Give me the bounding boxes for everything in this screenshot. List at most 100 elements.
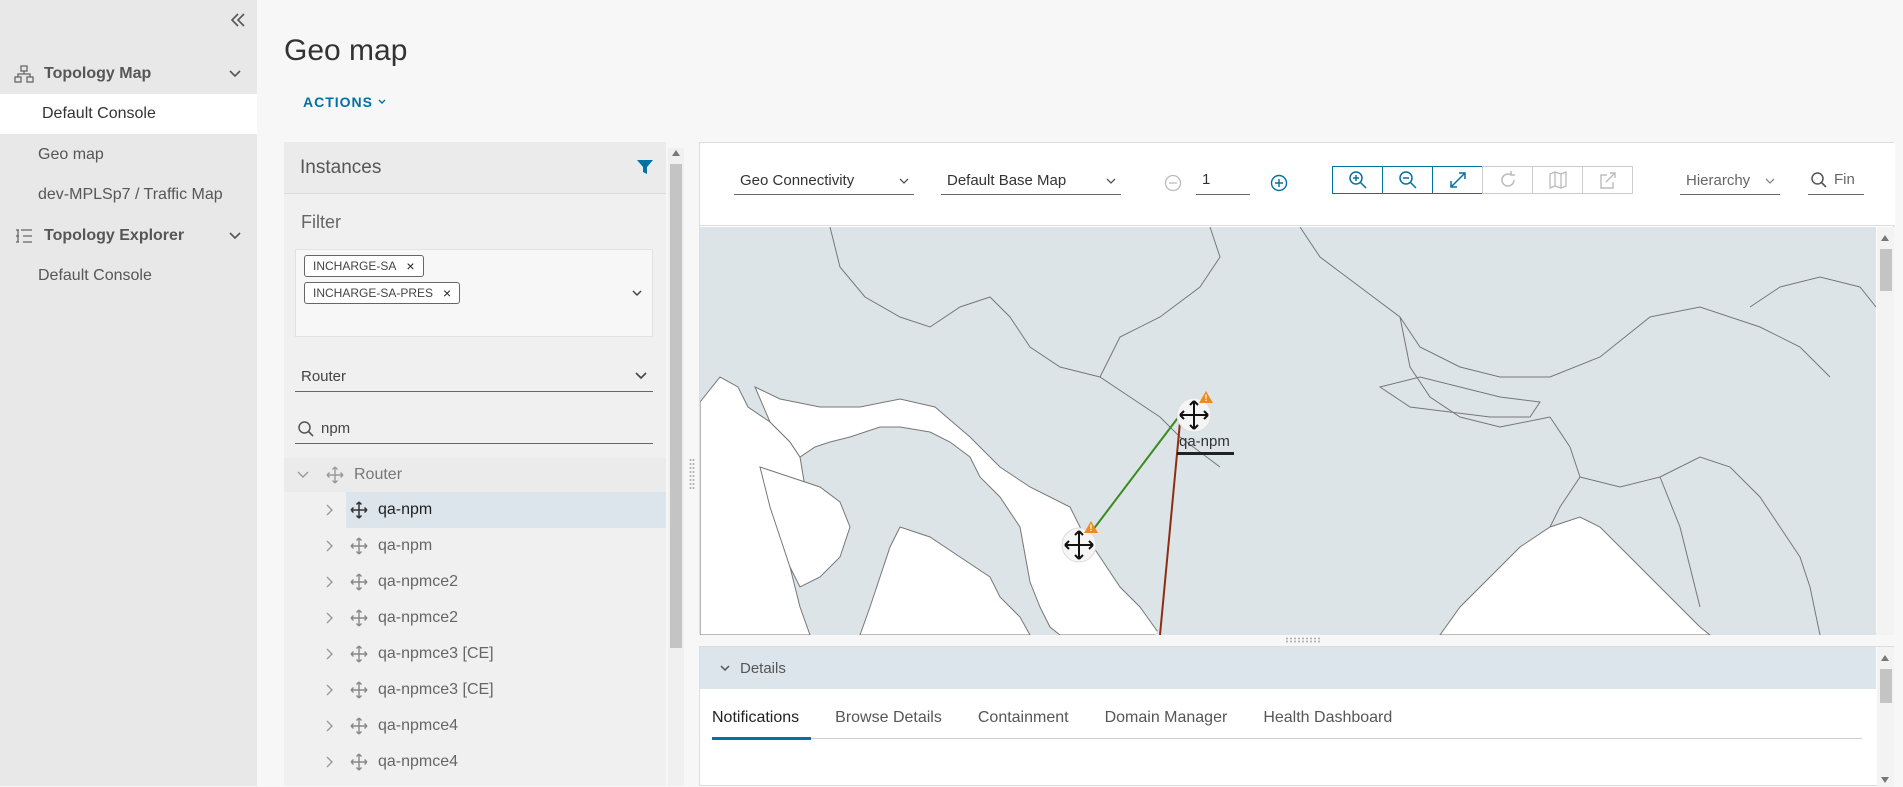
actions-menu-button[interactable]: ACTIONS: [303, 94, 387, 110]
layout-select[interactable]: Hierarchy: [1680, 167, 1780, 195]
domain-tag-multiselect[interactable]: INCHARGE-SA × INCHARGE-SA-PRES ×: [295, 249, 653, 337]
zoom-in-icon: [1348, 171, 1367, 189]
nav-group-topology-explorer[interactable]: Topology Explorer: [0, 216, 257, 256]
vertical-resize-handle[interactable]: [689, 458, 695, 494]
instance-search-input[interactable]: npm: [295, 414, 653, 444]
chevron-down-icon: [899, 178, 909, 184]
chevron-right-icon[interactable]: [322, 539, 336, 553]
details-tabs: Notifications Browse Details Containment…: [712, 707, 1862, 740]
tree-item[interactable]: qa-npmce3 [CE]: [284, 636, 666, 672]
zoom-in-button[interactable]: [1332, 166, 1383, 194]
chevron-right-icon[interactable]: [322, 719, 336, 733]
tree-item-label: qa-npmce2: [378, 609, 459, 626]
chevron-right-icon[interactable]: [322, 647, 336, 661]
tree-item[interactable]: qa-npmce3 [CE]: [284, 672, 666, 708]
tree-item[interactable]: qa-npm: [284, 528, 666, 564]
instances-title: Instances: [300, 156, 382, 178]
land-bay-bengal: [1439, 516, 1711, 635]
sidebar-item-label: Default Console: [42, 105, 156, 122]
scrollbar-thumb[interactable]: [1880, 249, 1892, 291]
map-view-button-group: [1332, 166, 1633, 194]
scroll-up-icon[interactable]: [1881, 655, 1889, 661]
chevron-right-icon[interactable]: [322, 575, 336, 589]
page-title: Geo map: [284, 34, 408, 67]
zoom-level-input[interactable]: 1: [1196, 165, 1250, 195]
layout-value: Hierarchy: [1686, 172, 1751, 189]
tree-root-label: Router: [354, 466, 403, 483]
tree-root-router[interactable]: Router: [284, 458, 666, 492]
geo-map-canvas[interactable]: ! ! qa-npm: [700, 227, 1876, 635]
scroll-down-icon[interactable]: [1881, 777, 1889, 783]
collapse-sidebar-button[interactable]: [224, 8, 250, 32]
scroll-up-icon[interactable]: [1881, 235, 1889, 241]
map-type-select[interactable]: Geo Connectivity: [734, 167, 914, 195]
tree-item-label: qa-npmce3 [CE]: [378, 681, 494, 698]
tree-item-label: qa-npm: [378, 501, 433, 518]
horizontal-resize-handle[interactable]: [1285, 637, 1321, 643]
svg-text:!: !: [1090, 523, 1093, 533]
filter-funnel-icon[interactable]: [636, 158, 654, 176]
sidebar-item-label: Default Console: [38, 267, 152, 284]
find-input[interactable]: Fin: [1808, 165, 1864, 195]
map-toolbar: Geo Connectivity Default Base Map 1 Hier…: [700, 143, 1895, 226]
export-icon: [1599, 172, 1616, 189]
sidebar-item-geo-map[interactable]: Geo map: [0, 135, 257, 175]
fit-to-screen-button[interactable]: [1432, 166, 1483, 194]
scrollbar-thumb[interactable]: [670, 164, 682, 648]
class-select-value: Router: [301, 368, 347, 385]
chevron-right-icon[interactable]: [322, 611, 336, 625]
refresh-button[interactable]: [1482, 166, 1533, 194]
remove-tag-icon[interactable]: ×: [443, 285, 451, 301]
chevron-down-icon[interactable]: [296, 468, 310, 482]
base-map-button[interactable]: [1532, 166, 1583, 194]
remove-tag-icon[interactable]: ×: [406, 258, 414, 274]
tree-item[interactable]: qa-npmce4: [284, 708, 666, 744]
nav-group-topology-map[interactable]: Topology Map: [0, 54, 257, 94]
chevron-right-icon[interactable]: [322, 755, 336, 769]
tree-item[interactable]: qa-npmce4: [284, 744, 666, 780]
tree-item-label: qa-npmce4: [378, 717, 459, 734]
export-button[interactable]: [1582, 166, 1633, 194]
topology-explorer-icon: [16, 229, 32, 243]
sidebar-item-default-console[interactable]: Default Console: [0, 94, 257, 134]
chevron-right-icon[interactable]: [322, 503, 336, 517]
tree-item[interactable]: qa-npm: [284, 492, 666, 528]
router-icon: [350, 537, 368, 555]
details-title: Details: [740, 659, 786, 677]
details-scrollbar[interactable]: [1877, 647, 1894, 787]
nav-group-label: Topology Map: [44, 65, 152, 82]
instances-scrollbar[interactable]: [668, 148, 684, 786]
scrollbar-thumb[interactable]: [1880, 669, 1892, 703]
tab-notifications[interactable]: Notifications: [712, 707, 812, 740]
router-icon: [350, 681, 368, 699]
class-select[interactable]: Router: [295, 362, 653, 392]
instances-panel: Instances Filter INCHARGE-SA × INCHARGE-…: [284, 142, 666, 786]
tab-health-dashboard[interactable]: Health Dashboard: [1263, 707, 1404, 739]
scroll-up-icon[interactable]: [672, 150, 680, 156]
router-icon: [350, 573, 368, 591]
chevron-right-icon[interactable]: [322, 683, 336, 697]
chevron-down-icon[interactable]: [630, 286, 644, 300]
tab-browse-details[interactable]: Browse Details: [835, 707, 954, 739]
router-icon: [350, 753, 368, 771]
tree-item[interactable]: qa-npmce2: [284, 564, 666, 600]
map-scrollbar[interactable]: [1877, 227, 1894, 635]
zoom-decrement-icon[interactable]: [1163, 173, 1183, 193]
details-header[interactable]: Details: [700, 647, 1876, 689]
tab-containment[interactable]: Containment: [978, 707, 1081, 739]
instances-header: Instances: [284, 142, 666, 194]
chevron-down-icon: [378, 99, 386, 104]
sidebar-item-traffic-map[interactable]: dev-MPLSp7 / Traffic Map: [0, 175, 257, 215]
zoom-increment-icon[interactable]: [1269, 173, 1289, 193]
land-south-india: [859, 526, 1031, 635]
sidebar-item-explorer-default-console[interactable]: Default Console: [0, 256, 257, 296]
actions-label: ACTIONS: [303, 94, 373, 110]
map-icon: [1548, 171, 1567, 189]
base-map-select[interactable]: Default Base Map: [941, 167, 1121, 195]
tab-domain-manager[interactable]: Domain Manager: [1105, 707, 1240, 739]
search-icon: [1811, 171, 1827, 188]
border-nepal: [1378, 376, 1541, 418]
zoom-out-button[interactable]: [1382, 166, 1433, 194]
tree-item[interactable]: qa-npmce2: [284, 600, 666, 636]
tree-item-label: qa-npmce4: [378, 753, 459, 770]
